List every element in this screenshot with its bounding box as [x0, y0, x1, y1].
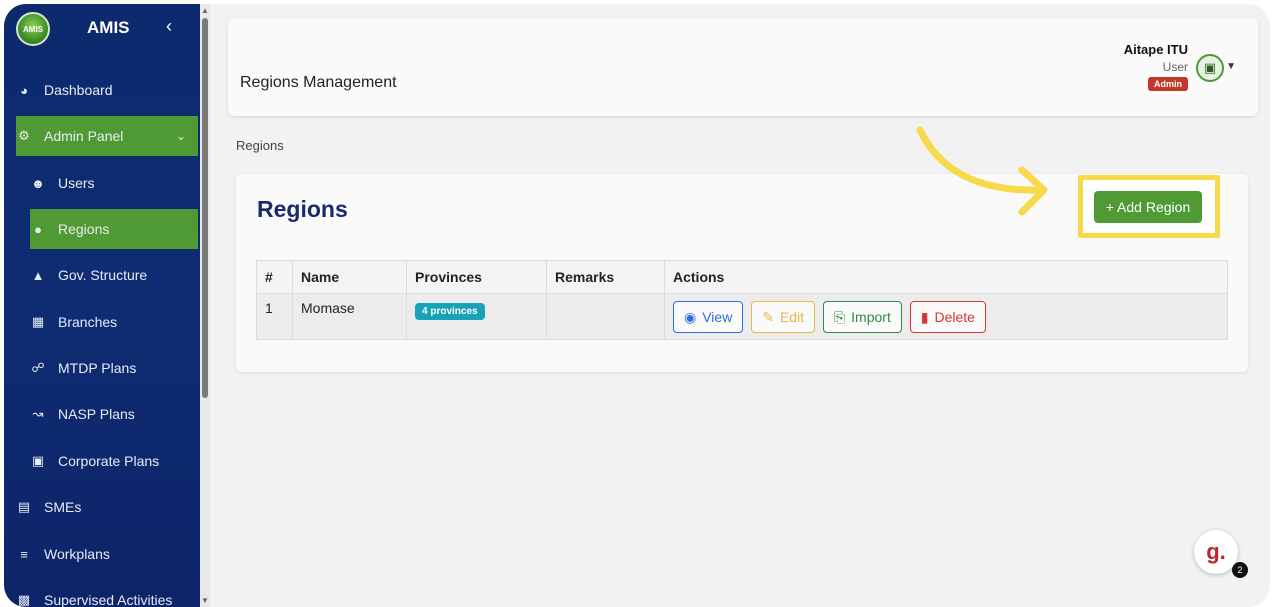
sidebar-item-gov-structure[interactable]: ▲ Gov. Structure [30, 255, 198, 295]
view-label: View [702, 309, 733, 325]
edit-label: Edit [779, 309, 805, 325]
avatar[interactable]: ▣ [1196, 54, 1224, 82]
map-pin-icon: ● [34, 221, 42, 237]
sitemap-icon: ▲ [31, 267, 45, 283]
sidebar-item-admin-panel[interactable]: ⚙ Admin Panel ⌄ [16, 116, 198, 156]
delete-button[interactable]: ▮ Delete [909, 301, 986, 333]
sidebar-item-corporate-plans[interactable]: ▣ Corporate Plans [30, 441, 198, 481]
import-button[interactable]: ⎘ Import [822, 301, 902, 333]
sidebar-item-label: Branches [58, 314, 118, 330]
sidebar-item-smes[interactable]: ▤ SMEs [16, 487, 198, 527]
dashboard-icon: ◕ [20, 82, 28, 98]
regions-table: # Name Provinces Remarks Actions 1 Momas… [256, 260, 1228, 340]
admin-badge: Admin [1148, 77, 1188, 91]
column-header: Name [292, 260, 407, 294]
sidebar-item-label: NASP Plans [58, 406, 135, 422]
user-role: User [1162, 60, 1188, 74]
network-icon: ☍ [31, 360, 45, 375]
gear-icon: ⚙ [18, 128, 30, 143]
main-content: Regions Management Aitape ITU User Admin… [210, 4, 1270, 607]
building-icon: ▦ [31, 314, 45, 329]
table-header-row: # Name Provinces Remarks Actions [256, 260, 1228, 294]
sidebar-item-label: Supervised Activities [44, 592, 173, 607]
sidebar-item-mtdp-plans[interactable]: ☍ MTDP Plans [30, 348, 198, 388]
row-actions: ◉ View ✎ Edit ⎘ Import ▮ Delete [664, 293, 1228, 340]
sidebar-item-label: Regions [58, 221, 110, 237]
card-title: Regions [257, 196, 348, 222]
sidebar: AMIS AMIS ‹ ◕ Dashboard ⚙ Admin Panel ⌄ … [4, 4, 210, 607]
store-icon: ▤ [17, 499, 31, 514]
add-region-button[interactable]: + Add Region [1094, 191, 1202, 223]
edit-button[interactable]: ✎ Edit [751, 301, 816, 333]
row-remarks [546, 293, 665, 340]
sidebar-item-label: SMEs [44, 499, 82, 515]
line-chart-icon: ↝ [32, 406, 44, 421]
provinces-badge: 4 provinces [415, 303, 485, 320]
view-button[interactable]: ◉ View [673, 301, 744, 333]
app-frame: AMIS AMIS ‹ ◕ Dashboard ⚙ Admin Panel ⌄ … [4, 4, 1270, 607]
users-icon: ☻ [31, 175, 45, 191]
sidebar-item-label: Workplans [44, 546, 110, 562]
column-header: Actions [664, 260, 1228, 294]
clipboard-icon: ▩ [17, 592, 31, 607]
column-header: # [256, 260, 293, 294]
page-title: Regions Management [240, 74, 397, 91]
top-header: Regions Management Aitape ITU User Admin… [228, 18, 1258, 116]
breadcrumb[interactable]: Regions [236, 138, 284, 153]
amis-logo: AMIS [16, 12, 50, 46]
sidebar-item-label: Corporate Plans [58, 453, 160, 469]
sidebar-item-label: Users [58, 175, 95, 191]
import-label: Import [851, 309, 891, 325]
column-header: Provinces [406, 260, 547, 294]
column-header: Remarks [546, 260, 665, 294]
sidebar-item-users[interactable]: ☻ Users [30, 163, 198, 203]
row-name: Momase [292, 293, 407, 340]
file-import-icon: ⎘ [833, 308, 846, 325]
chevron-down-icon: ⌄ [175, 129, 186, 143]
trash-icon: ▮ [920, 308, 929, 325]
sidebar-item-label: Dashboard [44, 82, 113, 98]
sidebar-item-label: MTDP Plans [58, 360, 137, 376]
row-provinces: 4 provinces [406, 293, 547, 340]
sidebar-item-supervised-activities[interactable]: ▩ Supervised Activities [16, 580, 198, 607]
sidebar-item-regions[interactable]: ● Regions [30, 209, 198, 249]
list-check-icon: ≡ [20, 546, 28, 562]
table-row: 1 Momase 4 provinces ◉ View ✎ Edit ⎘ Import… [256, 293, 1228, 340]
chat-logo: g. [1206, 539, 1226, 564]
scroll-up-icon[interactable]: ▲ [201, 6, 209, 15]
curved-arrow-icon [916, 126, 1048, 216]
brand: AMIS AMIS ‹ [4, 4, 200, 54]
chevron-left-icon[interactable]: ‹ [166, 16, 172, 37]
image-icon: ▣ [1203, 60, 1217, 75]
logo-text: AMIS [23, 24, 43, 34]
scroll-down-icon[interactable]: ▼ [201, 596, 209, 605]
sidebar-item-branches[interactable]: ▦ Branches [30, 302, 198, 342]
row-index: 1 [256, 293, 293, 340]
brand-name: AMIS [87, 18, 130, 37]
eye-icon: ◉ [684, 308, 697, 325]
sidebar-item-label: Gov. Structure [58, 267, 148, 283]
caret-down-icon[interactable]: ▼ [1226, 61, 1236, 72]
sidebar-item-dashboard[interactable]: ◕ Dashboard [16, 70, 198, 110]
sidebar-scroll-thumb[interactable] [202, 18, 208, 398]
sidebar-item-label: Admin Panel [44, 128, 124, 144]
sidebar-item-workplans[interactable]: ≡ Workplans [16, 534, 198, 574]
delete-label: Delete [934, 309, 975, 325]
briefcase-icon: ▣ [31, 453, 45, 468]
chat-notification-count: 2 [1232, 562, 1248, 578]
user-info: Aitape ITU User Admin [1124, 42, 1188, 92]
user-name: Aitape ITU [1123, 42, 1188, 57]
edit-icon: ✎ [762, 308, 774, 325]
sidebar-item-nasp-plans[interactable]: ↝ NASP Plans [30, 394, 198, 434]
